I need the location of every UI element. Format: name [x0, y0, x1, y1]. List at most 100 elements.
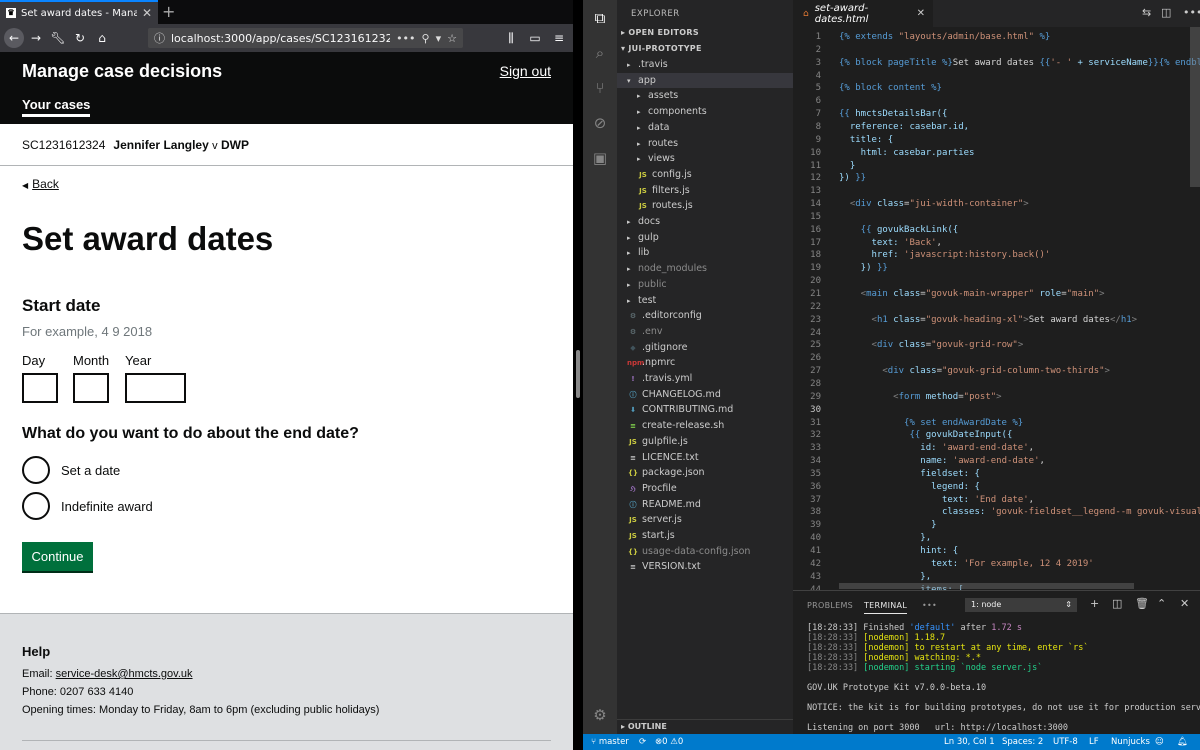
trash-icon[interactable]: 🗑︎: [1135, 597, 1149, 610]
tree-item[interactable]: ⓘ CHANGELOG.md: [617, 387, 793, 402]
menu-icon[interactable]: ≡: [549, 28, 569, 48]
project-section[interactable]: ▾ JUI-PROTOTYPE: [621, 44, 702, 53]
code-line[interactable]: <main class="govuk-main-wrapper" role="m…: [839, 288, 1105, 301]
status-problems[interactable]: ⊗0 ⚠0: [655, 734, 683, 750]
open-editors-section[interactable]: ▸ OPEN EDITORS: [621, 28, 699, 37]
tree-item[interactable]: ▸ node_modules: [617, 261, 793, 276]
tree-item[interactable]: ! .travis.yml: [617, 371, 793, 386]
tree-item-label[interactable]: app: [638, 75, 656, 86]
tree-item-label[interactable]: package.json: [642, 467, 705, 478]
code-line[interactable]: {{ govukBackLink({: [839, 224, 959, 237]
code-line[interactable]: <form method="post">: [839, 391, 1001, 404]
tree-item-label[interactable]: gulp: [638, 232, 659, 243]
status-language[interactable]: Nunjucks: [1111, 734, 1150, 750]
bookmark-star-icon[interactable]: ☆: [447, 32, 457, 45]
back-arrow-icon[interactable]: ←: [4, 28, 24, 48]
tree-item-label[interactable]: VERSION.txt: [642, 561, 701, 572]
tree-item-label[interactable]: start.js: [642, 530, 675, 541]
tree-item[interactable]: JS start.js: [617, 528, 793, 543]
code-line[interactable]: <div class="jui-width-container">: [839, 198, 1029, 211]
forward-arrow-icon[interactable]: →: [26, 28, 46, 48]
code-line[interactable]: {{ govukDateInput({: [839, 429, 1012, 442]
vertical-scrollbar[interactable]: [1190, 27, 1200, 590]
plus-icon[interactable]: +: [1090, 597, 1099, 610]
tree-item[interactable]: ▸ test: [617, 293, 793, 308]
tree-item-label[interactable]: .travis.yml: [642, 373, 692, 384]
source-control-icon[interactable]: ⑂: [590, 78, 610, 98]
service-name[interactable]: Manage case decisions: [22, 61, 222, 82]
smiley-icon[interactable]: ☺: [1155, 734, 1164, 750]
tree-item[interactable]: npm.npmrc: [617, 355, 793, 370]
tree-item[interactable]: ℌ Procfile: [617, 481, 793, 496]
code-line[interactable]: {% block pageTitle %}Set award dates {{'…: [839, 57, 1200, 70]
status-eol[interactable]: LF: [1089, 734, 1099, 750]
search-icon[interactable]: ⌕: [590, 43, 610, 63]
tree-item-label[interactable]: CHANGELOG.md: [642, 389, 721, 400]
editor-tab-label[interactable]: set-award-dates.html: [815, 3, 911, 25]
tree-item[interactable]: JS gulpfile.js: [617, 434, 793, 449]
code-line[interactable]: {% extends "layouts/admin/base.html" %}: [839, 31, 1050, 44]
code-line[interactable]: {% block content %}: [839, 82, 942, 95]
tree-item-label[interactable]: public: [638, 279, 667, 290]
tree-item-label[interactable]: LICENCE.txt: [642, 452, 699, 463]
reload-icon[interactable]: ↻: [70, 28, 90, 48]
gear-icon[interactable]: ⚙: [590, 705, 610, 725]
status-encoding[interactable]: UTF-8: [1053, 734, 1078, 750]
project-label[interactable]: JUI-PROTOTYPE: [628, 44, 701, 53]
code-line[interactable]: }) }}: [839, 172, 866, 185]
info-icon[interactable]: ⓘ: [154, 30, 165, 46]
tree-item-label[interactable]: README.md: [642, 499, 701, 510]
tree-item[interactable]: ▸ lib: [617, 245, 793, 260]
tree-item[interactable]: JS config.js: [617, 167, 793, 182]
outline-label[interactable]: OUTLINE: [628, 722, 667, 731]
tree-item-label[interactable]: routes: [648, 138, 678, 149]
browser-tab[interactable]: ♛ Set award dates - Manage case decision…: [0, 0, 158, 24]
tree-item-label[interactable]: .gitignore: [642, 342, 687, 353]
code-line[interactable]: html: casebar.parties: [839, 147, 975, 160]
tab-terminal[interactable]: TERMINAL: [864, 601, 908, 614]
code-line[interactable]: name: 'award-end-date',: [839, 455, 1045, 468]
code-content[interactable]: {% extends "layouts/admin/base.html" %} {…: [839, 27, 1200, 590]
tree-item[interactable]: ⚙ .env: [617, 324, 793, 339]
code-line[interactable]: classes: 'govuk-fieldset__legend--m govu…: [839, 506, 1200, 519]
email-link[interactable]: service-desk@hmcts.gov.uk: [56, 668, 193, 680]
radio-indefinite-award-label[interactable]: Indefinite award: [61, 499, 153, 514]
tree-item[interactable]: ◆ .gitignore: [617, 340, 793, 355]
debug-icon[interactable]: ⊘: [590, 113, 610, 133]
code-line[interactable]: text: 'Back',: [839, 237, 942, 250]
tree-item-label[interactable]: views: [648, 153, 675, 164]
back-link-label[interactable]: Back: [32, 177, 59, 191]
tree-item-label[interactable]: routes.js: [652, 200, 693, 211]
tree-item[interactable]: {} usage-data-config.json: [617, 544, 793, 559]
url-bar[interactable]: ⓘ localhost:3000/app/cases/SC1231612324/…: [148, 28, 463, 48]
code-line[interactable]: reference: casebar.id,: [839, 121, 969, 134]
status-position[interactable]: Ln 30, Col 1: [944, 734, 995, 750]
tree-item[interactable]: ▸ public: [617, 277, 793, 292]
back-link[interactable]: ◀ Back: [22, 177, 59, 191]
close-icon[interactable]: ✕: [1180, 597, 1189, 610]
tree-item-label[interactable]: .env: [642, 326, 663, 337]
tree-item[interactable]: JS server.js: [617, 512, 793, 527]
code-line[interactable]: <div class="govuk-grid-column-two-thirds…: [839, 365, 1110, 378]
tab-problems[interactable]: PROBLEMS: [807, 601, 853, 610]
tree-item[interactable]: ⚙ .editorconfig: [617, 308, 793, 323]
splitter-grip[interactable]: [576, 350, 580, 398]
code-line[interactable]: text: 'End date',: [839, 494, 1034, 507]
tree-item[interactable]: ▸ components: [617, 104, 793, 119]
tree-item[interactable]: ▾ app: [617, 72, 793, 88]
code-line[interactable]: }) }}: [839, 262, 888, 275]
chevron-up-icon[interactable]: ⌃: [1157, 597, 1166, 610]
tree-item[interactable]: ▸ assets: [617, 88, 793, 103]
sign-out-link[interactable]: Sign out: [500, 63, 551, 79]
code-line[interactable]: },: [839, 571, 931, 584]
code-line[interactable]: title: {: [839, 134, 893, 147]
tree-item[interactable]: ▸ .travis: [617, 57, 793, 72]
close-icon[interactable]: ✕: [917, 8, 925, 19]
split-terminal-icon[interactable]: ◫: [1112, 597, 1122, 610]
code-line[interactable]: fieldset: {: [839, 468, 980, 481]
close-icon[interactable]: ✕: [142, 6, 152, 20]
code-line[interactable]: hint: {: [839, 545, 958, 558]
error-count[interactable]: 0: [662, 737, 667, 747]
url-text[interactable]: localhost:3000/app/cases/SC1231612324/se…: [171, 32, 390, 45]
tree-item[interactable]: ▸ data: [617, 120, 793, 135]
